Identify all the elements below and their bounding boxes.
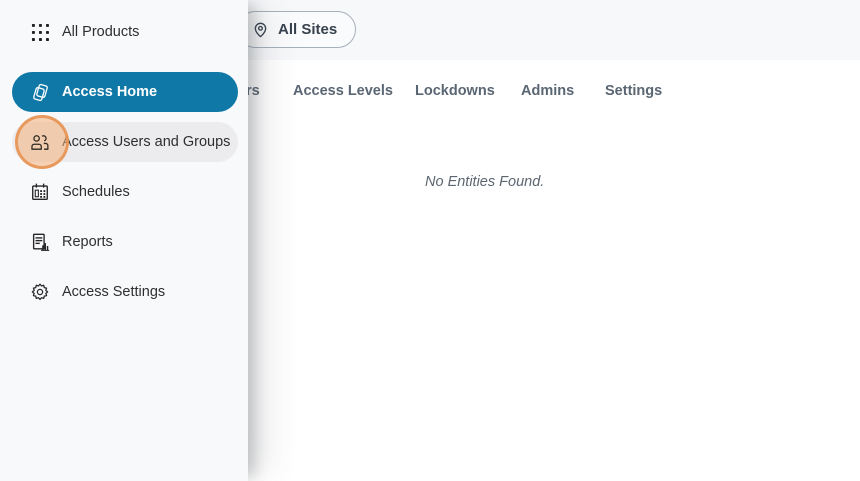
all-sites-button[interactable]: All Sites bbox=[237, 11, 357, 48]
report-icon bbox=[30, 232, 50, 252]
sidebar-item-label: Access Users and Groups bbox=[62, 134, 231, 150]
tab-admins[interactable]: Admins bbox=[521, 83, 574, 99]
all-sites-label: All Sites bbox=[278, 21, 338, 38]
sidebar-item-access-home[interactable]: Access Home bbox=[12, 72, 238, 112]
tab-settings[interactable]: Settings bbox=[605, 83, 662, 99]
calendar-icon bbox=[30, 182, 50, 202]
tab-lockdowns[interactable]: Lockdowns bbox=[415, 83, 495, 99]
sidebar-item-schedules[interactable]: Schedules bbox=[12, 172, 238, 212]
users-icon bbox=[30, 132, 50, 152]
sidebar-item-access-settings[interactable]: Access Settings bbox=[12, 272, 238, 312]
sidebar-item-all-products[interactable]: All Products bbox=[12, 12, 238, 52]
sidebar-item-label: Access Home bbox=[62, 84, 158, 100]
sidebar: All Products Access Home Access Users an… bbox=[0, 0, 248, 481]
sidebar-item-label: Schedules bbox=[62, 184, 130, 200]
sidebar-item-label: Reports bbox=[62, 234, 113, 250]
sidebar-item-access-users-and-groups[interactable]: Access Users and Groups bbox=[12, 122, 238, 162]
location-pin-icon bbox=[251, 20, 270, 39]
sidebar-item-label: Access Settings bbox=[62, 284, 166, 300]
grid-icon bbox=[30, 22, 50, 42]
cards-icon bbox=[30, 82, 50, 102]
gear-icon bbox=[30, 282, 50, 302]
sidebar-item-label: All Products bbox=[62, 24, 140, 40]
sidebar-item-reports[interactable]: Reports bbox=[12, 222, 238, 262]
tab-access-levels[interactable]: Access Levels bbox=[293, 83, 393, 99]
empty-state-message: No Entities Found. bbox=[425, 174, 545, 190]
tab-partial[interactable]: rs bbox=[246, 83, 260, 99]
